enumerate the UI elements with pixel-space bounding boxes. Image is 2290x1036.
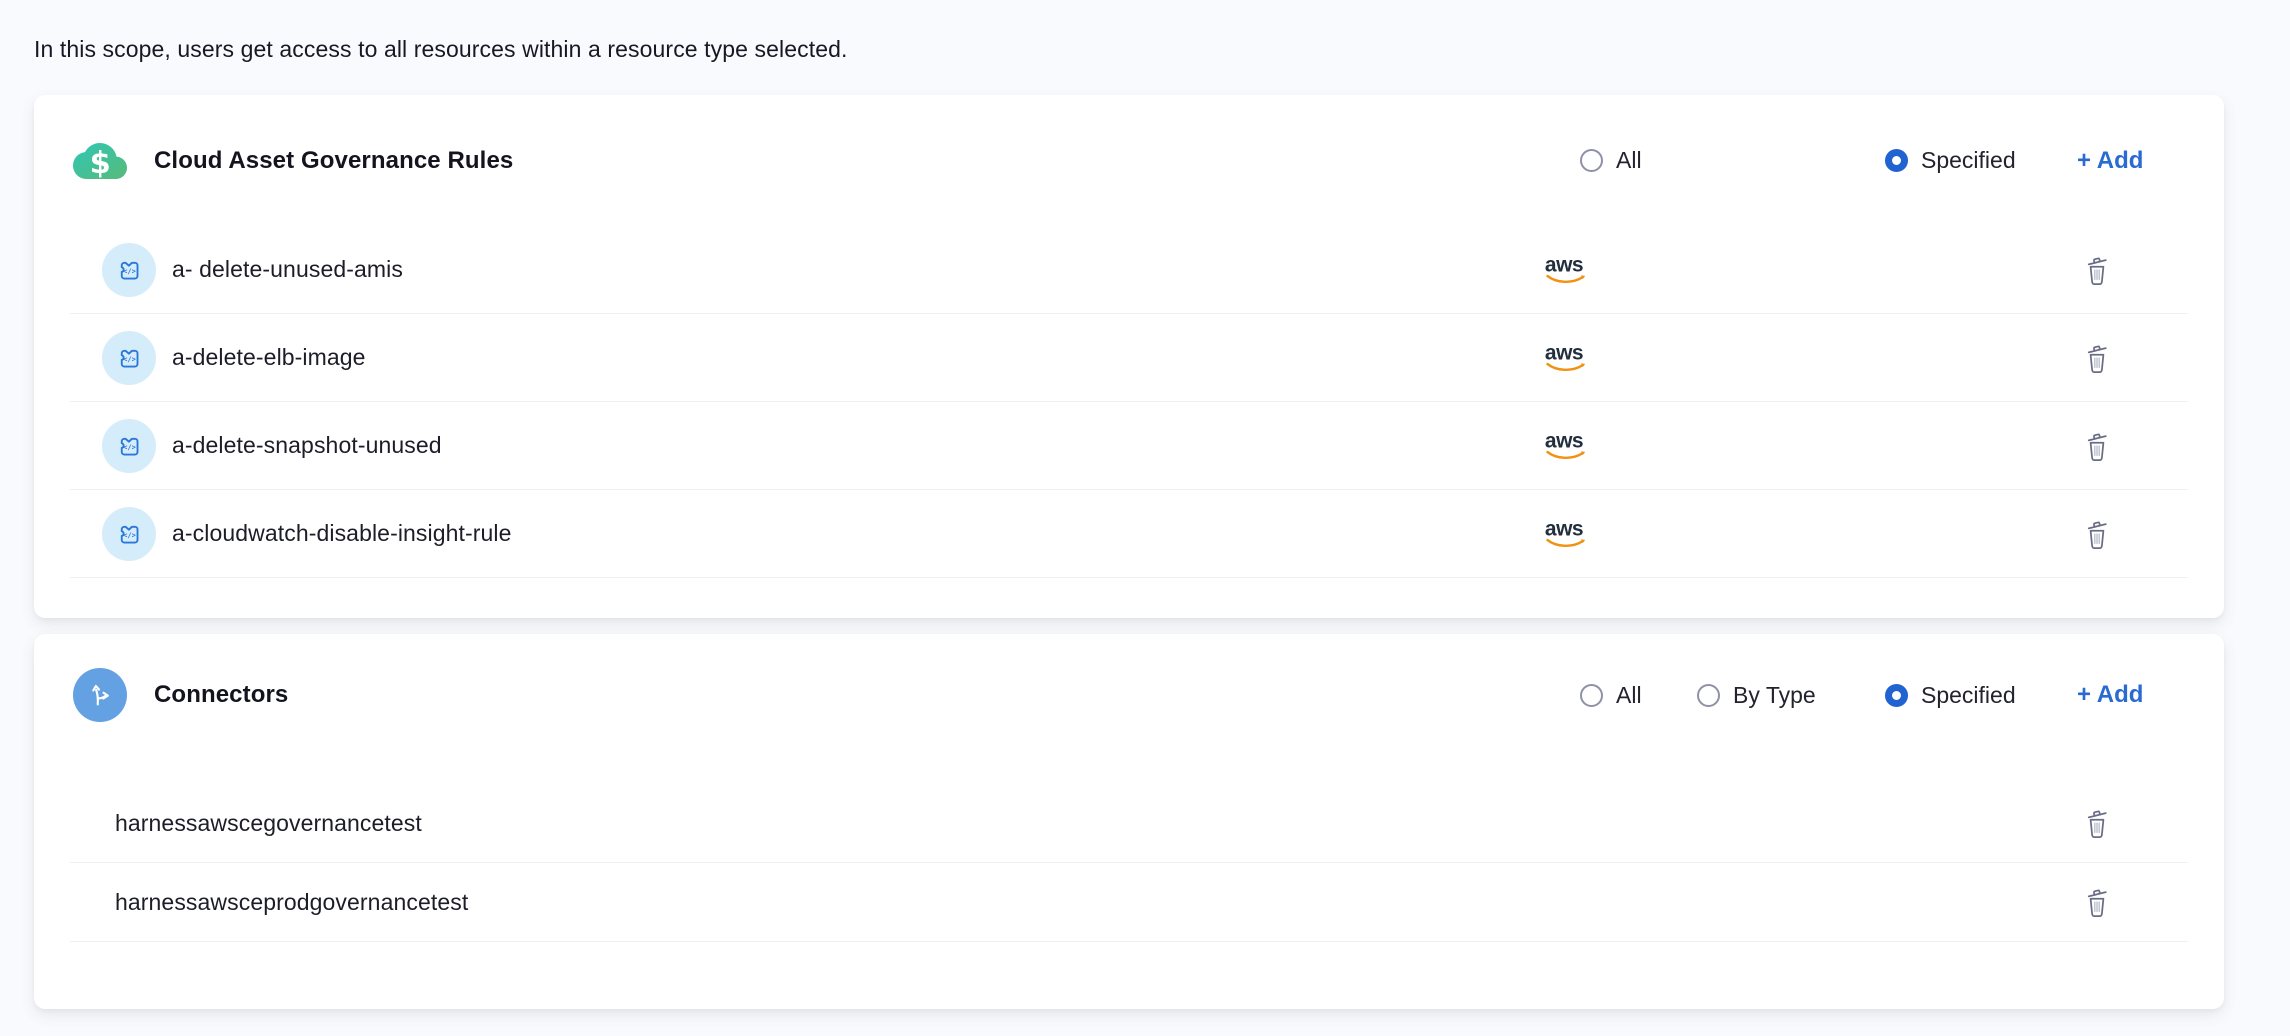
governance-rules-list: </> a- delete-unused-amis aws bbox=[70, 226, 2188, 578]
connector-name: harnessawscegovernancetest bbox=[115, 810, 422, 837]
delete-rule-button[interactable] bbox=[2082, 430, 2112, 462]
governance-radio-all[interactable]: All bbox=[1580, 147, 1697, 174]
governance-scope-options: All Specified + Add bbox=[1580, 147, 2150, 175]
connectors-card-header: Connectors All By Type Specified + Add bbox=[34, 634, 2224, 756]
connectors-radio-all[interactable]: All bbox=[1580, 682, 1697, 709]
connectors-card: Connectors All By Type Specified + Add h… bbox=[34, 634, 2224, 1009]
connectors-add-button[interactable]: + Add bbox=[2077, 681, 2143, 709]
governance-rule-row: </> a-delete-elb-image aws bbox=[70, 314, 2188, 402]
aws-logo-text: aws bbox=[1545, 430, 1583, 451]
rule-name: a-cloudwatch-disable-insight-rule bbox=[172, 520, 512, 547]
aws-logo: aws bbox=[1541, 518, 1587, 549]
delete-connector-button[interactable] bbox=[2082, 807, 2112, 839]
connectors-list: harnessawscegovernancetest harn bbox=[70, 784, 2188, 942]
connectors-radio-bytype-label[interactable]: By Type bbox=[1733, 682, 1816, 709]
governance-radio-all-label[interactable]: All bbox=[1616, 147, 1642, 174]
governance-add-button[interactable]: + Add bbox=[2077, 147, 2143, 175]
delete-rule-button[interactable] bbox=[2082, 518, 2112, 550]
governance-rule-icon: </> bbox=[102, 331, 156, 385]
svg-text:</>: </> bbox=[123, 443, 136, 451]
delete-rule-button[interactable] bbox=[2082, 254, 2112, 286]
connectors-card-title: Connectors bbox=[154, 681, 288, 709]
connector-row: harnessawscegovernancetest bbox=[70, 784, 2188, 863]
aws-logo-text: aws bbox=[1545, 254, 1583, 275]
radio-selected-icon[interactable] bbox=[1885, 149, 1908, 172]
aws-logo-text: aws bbox=[1545, 518, 1583, 539]
connectors-scope-options: All By Type Specified + Add bbox=[1580, 681, 2150, 709]
svg-text:$: $ bbox=[90, 146, 111, 181]
governance-rules-card: $ Cloud Asset Governance Rules All Speci… bbox=[34, 95, 2224, 618]
governance-rule-icon: </> bbox=[102, 507, 156, 561]
governance-radio-specified-label[interactable]: Specified bbox=[1921, 147, 2016, 174]
rule-name: a-delete-elb-image bbox=[172, 344, 366, 371]
radio-unselected-icon[interactable] bbox=[1580, 149, 1603, 172]
connectors-radio-all-label[interactable]: All bbox=[1616, 682, 1642, 709]
governance-radio-specified[interactable]: Specified bbox=[1885, 147, 2077, 174]
radio-unselected-icon[interactable] bbox=[1580, 684, 1603, 707]
rule-name: a-delete-snapshot-unused bbox=[172, 432, 442, 459]
radio-unselected-icon[interactable] bbox=[1697, 684, 1720, 707]
aws-logo-text: aws bbox=[1545, 342, 1583, 363]
governance-rule-row: </> a-cloudwatch-disable-insight-rule aw… bbox=[70, 490, 2188, 578]
governance-card-title: Cloud Asset Governance Rules bbox=[154, 147, 513, 175]
radio-selected-icon[interactable] bbox=[1885, 684, 1908, 707]
governance-rule-icon: </> bbox=[102, 419, 156, 473]
governance-rule-row: </> a- delete-unused-amis aws bbox=[70, 226, 2188, 314]
connectors-radio-specified[interactable]: Specified bbox=[1885, 682, 2077, 709]
governance-card-header: $ Cloud Asset Governance Rules All Speci… bbox=[34, 95, 2224, 226]
aws-logo: aws bbox=[1541, 342, 1587, 373]
delete-connector-button[interactable] bbox=[2082, 886, 2112, 918]
connector-branch-icon bbox=[73, 668, 127, 722]
connector-row: harnessawsceprodgovernancetest bbox=[70, 863, 2188, 942]
governance-rule-icon: </> bbox=[102, 243, 156, 297]
rule-name: a- delete-unused-amis bbox=[172, 256, 403, 283]
svg-text:</>: </> bbox=[123, 531, 136, 539]
connectors-radio-bytype[interactable]: By Type bbox=[1697, 682, 1885, 709]
governance-rule-row: </> a-delete-snapshot-unused aws bbox=[70, 402, 2188, 490]
connector-name: harnessawsceprodgovernancetest bbox=[115, 889, 468, 916]
svg-text:</>: </> bbox=[123, 267, 136, 275]
scope-description: In this scope, users get access to all r… bbox=[34, 36, 848, 63]
delete-rule-button[interactable] bbox=[2082, 342, 2112, 374]
aws-logo: aws bbox=[1541, 430, 1587, 461]
aws-logo: aws bbox=[1541, 254, 1587, 285]
cloud-dollar-icon: $ bbox=[73, 134, 127, 188]
svg-text:</>: </> bbox=[123, 355, 136, 363]
connectors-radio-specified-label[interactable]: Specified bbox=[1921, 682, 2016, 709]
